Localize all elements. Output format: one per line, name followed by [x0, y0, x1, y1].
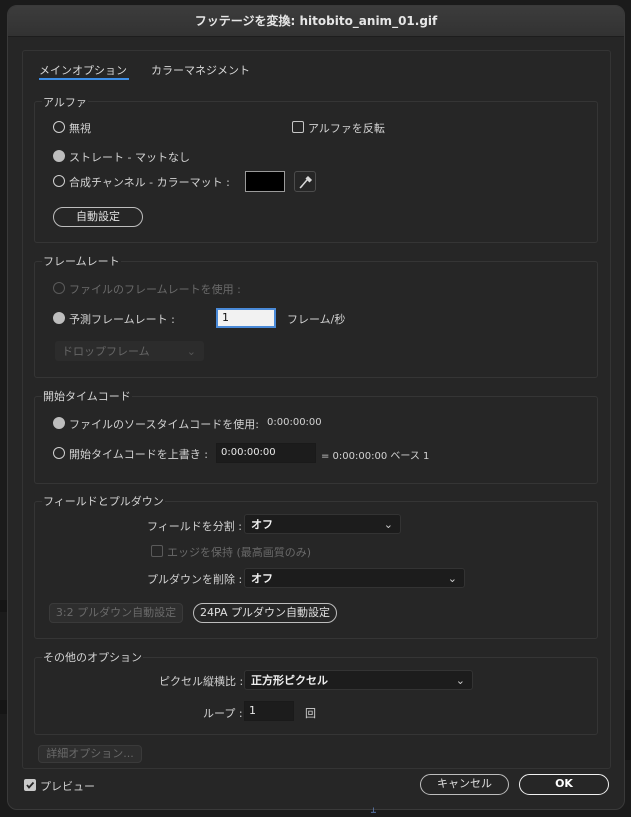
loop-unit: 回	[305, 707, 316, 720]
tab-color-management[interactable]: カラーマネジメント	[151, 62, 250, 78]
alpha-premultiplied-label: 合成チャンネル - カラーマット :	[69, 176, 230, 189]
preview-label: プレビュー	[40, 780, 95, 793]
other-options-title: その他のオプション	[42, 649, 143, 665]
loop-input[interactable]: 1	[244, 701, 294, 721]
dialog-title: フッテージを変換: hitobito_anim_01.gif	[8, 6, 624, 37]
alpha-premultiplied-radio[interactable]	[53, 175, 65, 187]
drop-frame-value: ドロップフレーム	[62, 345, 150, 358]
guess-24pa-pulldown-button[interactable]: 24PA プルダウン自動設定	[193, 603, 337, 623]
framerate-input[interactable]: 1	[216, 308, 276, 328]
chevron-down-icon: ⌄	[455, 674, 465, 687]
assume-framerate-label: 予測フレームレート :	[69, 313, 175, 326]
tab-panel: メインオプション カラーマネジメント アルファ 無視 アルファを反転 ストレート…	[22, 50, 611, 769]
framerate-unit: フレーム/秒	[287, 313, 346, 326]
override-timecode-label: 開始タイムコードを上書き :	[69, 448, 208, 461]
eyedropper-icon	[299, 175, 313, 189]
loop-label: ループ :	[203, 707, 243, 720]
more-options-button[interactable]: 詳細オプション...	[38, 745, 142, 763]
timecode-group-title: 開始タイムコード	[42, 388, 132, 404]
resize-marker-icon: ┴	[371, 808, 376, 817]
override-timecode-result: = 0:00:00:00 ベース 1	[321, 451, 430, 462]
alpha-ignore-label: 無視	[69, 122, 91, 135]
ok-button[interactable]: OK	[519, 774, 609, 795]
alpha-ignore-radio[interactable]	[53, 121, 65, 133]
remove-pulldown-select[interactable]: オフ ⌄	[244, 568, 465, 588]
preserve-edges-checkbox[interactable]	[151, 545, 163, 557]
use-file-framerate-radio[interactable]	[53, 282, 65, 294]
invert-alpha-label: アルファを反転	[308, 122, 385, 135]
preserve-edges-label: エッジを保持 (最高画質のみ)	[167, 546, 312, 559]
preview-checkbox[interactable]	[24, 779, 36, 791]
matte-color-swatch[interactable]	[245, 171, 285, 192]
eyedropper-button[interactable]	[294, 171, 316, 192]
override-timecode-radio[interactable]	[53, 447, 65, 459]
remove-pulldown-label: プルダウンを削除 :	[147, 573, 243, 586]
separate-fields-value: オフ	[251, 518, 273, 531]
guess-32-pulldown-button[interactable]: 3:2 プルダウン自動設定	[49, 603, 183, 623]
assume-framerate-radio[interactable]	[53, 312, 65, 324]
chevron-down-icon: ⌄	[383, 518, 393, 531]
use-source-timecode-label: ファイルのソースタイムコードを使用:	[69, 418, 259, 431]
background-app-edge	[0, 700, 7, 714]
cancel-button[interactable]: キャンセル	[420, 774, 509, 795]
alpha-group-title: アルファ	[42, 94, 88, 110]
pixel-aspect-ratio-label: ピクセル縦横比 :	[159, 675, 244, 688]
pixel-aspect-ratio-select[interactable]: 正方形ピクセル ⌄	[244, 670, 473, 690]
pixel-aspect-ratio-value: 正方形ピクセル	[251, 674, 328, 687]
drop-frame-select[interactable]: ドロップフレーム ⌄	[55, 341, 204, 361]
chevron-down-icon: ⌄	[447, 572, 457, 585]
other-options-group	[34, 657, 598, 735]
fields-group-title: フィールドとプルダウン	[42, 493, 165, 509]
separate-fields-label: フィールドを分割 :	[147, 520, 242, 533]
interpret-footage-dialog: フッテージを変換: hitobito_anim_01.gif メインオプション …	[7, 5, 625, 810]
tab-main-options[interactable]: メインオプション	[39, 62, 129, 80]
auto-detect-alpha-button[interactable]: 自動設定	[53, 207, 143, 227]
timecode-group	[34, 396, 598, 484]
source-timecode-value: 0:00:00:00	[267, 417, 322, 428]
invert-alpha-checkbox[interactable]	[292, 121, 304, 133]
use-source-timecode-radio[interactable]	[53, 417, 65, 429]
alpha-straight-label: ストレート - マットなし	[69, 151, 190, 164]
use-file-framerate-label: ファイルのフレームレートを使用 :	[69, 283, 241, 296]
override-timecode-input[interactable]: 0:00:00:00	[216, 443, 316, 463]
checkmark-icon	[26, 781, 35, 789]
remove-pulldown-value: オフ	[251, 572, 273, 585]
chevron-down-icon: ⌄	[186, 345, 196, 358]
alpha-straight-radio[interactable]	[53, 150, 65, 162]
background-app-edge	[0, 600, 7, 612]
framerate-group-title: フレームレート	[42, 253, 121, 269]
separate-fields-select[interactable]: オフ ⌄	[244, 514, 401, 534]
